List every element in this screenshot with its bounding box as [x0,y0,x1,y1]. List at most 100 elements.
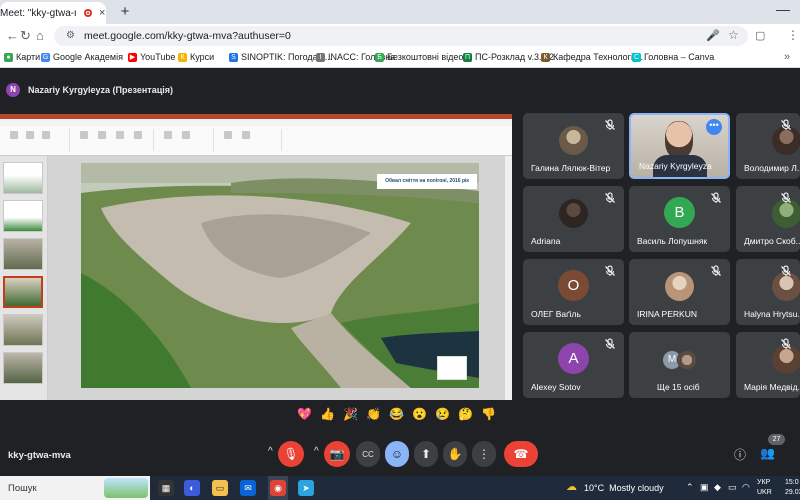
bookmark-item[interactable]: G Google Академія [41,52,123,62]
participant-name: Alexey Sotov [531,382,581,392]
reaction-button[interactable]: 🎉 [342,406,359,423]
mic-muted-icon [604,191,616,203]
reaction-button[interactable]: 👏 [365,406,382,423]
reaction-button[interactable]: 😂 [388,406,405,423]
bookmark-item[interactable]: К Курси [178,52,214,62]
camera-toggle-button[interactable]: 📷 [324,441,350,467]
bookmark-label: YouTube [140,52,176,62]
back-button[interactable]: ← [6,28,19,43]
participant-tile[interactable]: ••• Nazariy Kyrgyleyza [629,113,730,179]
slide-thumbnail-selected[interactable] [3,276,43,308]
meeting-info-icon[interactable]: ⓘ [734,446,746,463]
telegram-icon[interactable]: ➤ [298,480,314,496]
participant-avatar: О [558,270,589,301]
chrome-icon[interactable]: ◉ [270,480,286,496]
extensions-icon[interactable]: ▢ [755,29,765,42]
participant-tile[interactable]: M Ще 15 осіб [629,332,730,398]
participant-tile[interactable]: A Alexey Sotov [523,332,624,398]
address-bar: ← ↻ ⌂ ⚙ meet.google.com/kky-gtwa-mva?aut… [0,24,800,48]
participant-tile[interactable]: В Василь Лопушняк [629,186,730,252]
copilot-icon[interactable]: ◐ [184,480,200,496]
bookmark-item[interactable]: C Головна – Canva [632,52,714,62]
ppt-ribbon-tabs [0,119,512,126]
slide[interactable]: Обвал сміття на полігоні, 2016 рік [81,163,479,388]
participant-tile[interactable]: Halyna Hrytsu... [736,259,800,325]
tray-app-icon[interactable]: ◆ [714,482,721,493]
reload-button[interactable]: ↻ [20,28,31,44]
participant-tile[interactable]: Марія Медвід... [736,332,800,398]
bookmark-item[interactable]: ▶ YouTube [128,52,175,62]
participant-name: IRINA PERKUN [637,309,697,319]
slide-thumbnail[interactable] [3,200,43,232]
participant-tile[interactable]: IRINA PERKUN [629,259,730,325]
meeting-code: kky-gtwa-mva [8,450,71,461]
windows-taskbar: Пошук ▦ ◐ ▭ ✉ ◉ ➤ ☁ 10°C Mostly cloudy ⌃… [0,476,800,500]
url-text[interactable]: meet.google.com/kky-gtwa-mva?authuser=0 [84,30,291,42]
input-language[interactable]: УКР UKR [757,478,772,498]
leave-call-button[interactable]: ☎ [504,441,538,467]
browser-menu-icon[interactable]: ⋮ [787,28,799,42]
bookmark-star-icon[interactable]: ☆ [728,28,739,42]
new-tab-button[interactable]: + [116,3,134,21]
present-button[interactable]: ⬆ [414,441,438,467]
mic-icon[interactable]: 🎤 [706,29,720,42]
reaction-button[interactable]: 🤔 [457,406,474,423]
slide-scrollbar[interactable] [505,156,512,400]
bookmark-item[interactable]: Б Безкоштовні відео... [375,52,471,62]
more-options-button[interactable]: ⋮ [472,441,496,467]
reaction-button[interactable]: 👎 [480,406,497,423]
slide-thumbnail[interactable] [3,238,43,270]
system-clock[interactable]: 15:0 29.03.2 [785,478,800,498]
slide-thumbnail[interactable] [3,162,43,194]
participant-tile[interactable]: Дмитро Скоб... [736,186,800,252]
presenter-bar: N Nazariy Kyrgyleyza (Презентація) [6,82,173,98]
shared-screen[interactable]: Обвал сміття на полігоні, 2016 рік [0,114,512,400]
people-icon[interactable]: 👥 [760,446,775,460]
browser-tab-meet[interactable]: Meet: "kky-gtwa-mva" × [0,2,106,24]
participant-tile[interactable]: Adriana [523,186,624,252]
slide-thumbnail[interactable] [3,352,43,384]
network-icon[interactable]: ◠ [742,482,750,493]
mic-options-chevron-icon[interactable]: ^ [268,446,273,457]
mic-muted-icon [780,264,792,276]
participant-photo [665,272,694,301]
bookmarks-overflow-icon[interactable]: » [784,51,790,63]
bookmark-item[interactable]: К Кафедра Технології... [541,52,643,62]
taskbar-search[interactable]: Пошук [0,476,150,500]
stack-avatar [677,350,697,370]
minimize-button[interactable]: — [776,1,790,17]
reaction-button[interactable]: 😢 [434,406,451,423]
camera-options-chevron-icon[interactable]: ^ [314,446,319,457]
tray-chevron-icon[interactable]: ⌃ [686,482,694,493]
mail-icon[interactable]: ✉ [240,480,256,496]
weather-text[interactable]: 10°C Mostly cloudy [584,483,664,493]
tray-app-icon[interactable]: ▣ [700,482,709,493]
reaction-button[interactable]: 💖 [296,406,313,423]
reaction-button[interactable]: 😮 [411,406,428,423]
bookmark-favicon-icon: S [229,52,238,62]
task-view-icon[interactable]: ▦ [158,480,174,496]
recording-icon [84,9,92,17]
participant-tile[interactable]: Галина Лялюк-Вітер [523,113,624,179]
tab-close-icon[interactable]: × [99,7,105,19]
bookmark-item[interactable]: ● Карти [4,52,40,62]
participant-tile[interactable]: О ОЛЕГ Ваґіль [523,259,624,325]
omnibox[interactable]: ⚙ meet.google.com/kky-gtwa-mva?authuser=… [54,26,748,46]
file-explorer-icon[interactable]: ▭ [212,480,228,496]
participant-tile[interactable]: Володимир Л... [736,113,800,179]
bookmark-label: Безкоштовні відео... [387,52,471,62]
site-info-icon[interactable]: ⚙ [66,30,75,41]
landfill-photo [81,163,479,388]
emoji-button[interactable]: ☺ [385,441,409,467]
mic-toggle-button[interactable]: 🎙 [278,441,304,467]
slide-caption: Обвал сміття на полігоні, 2016 рік [377,174,477,189]
home-button[interactable]: ⌂ [36,28,44,43]
bookmark-favicon-icon: G [41,52,50,62]
slide-thumbnail[interactable] [3,314,43,346]
reaction-button[interactable]: 👍 [319,406,336,423]
tile-options-icon[interactable]: ••• [706,119,722,135]
raise-hand-button[interactable]: ✋ [443,441,467,467]
mic-muted-icon [780,337,792,349]
captions-button[interactable]: CC [356,441,380,467]
battery-icon[interactable]: ▭ [728,482,737,493]
